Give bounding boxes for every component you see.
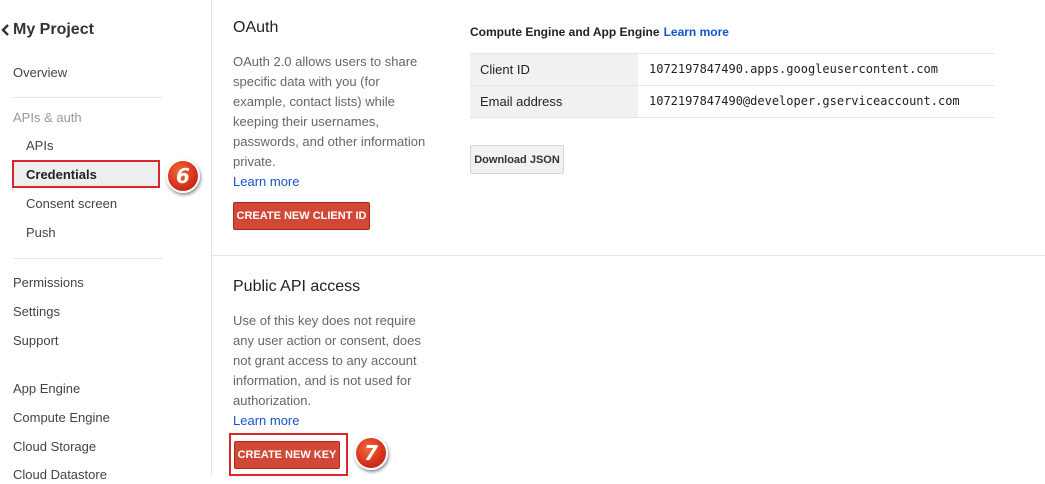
sidebar-item-apis[interactable]: APIs xyxy=(26,137,53,155)
credentials-heading-text: Compute Engine and App Engine xyxy=(470,25,660,39)
sidebar-item-permissions[interactable]: Permissions xyxy=(13,274,84,292)
email-address-value: 1072197847490@developer.gserviceaccount.… xyxy=(649,94,960,108)
client-id-label: Client ID xyxy=(470,54,638,85)
sidebar-item-consent-screen[interactable]: Consent screen xyxy=(26,195,117,213)
download-json-button[interactable]: Download JSON xyxy=(470,145,564,174)
sidebar-item-overview[interactable]: Overview xyxy=(13,64,67,82)
section-divider xyxy=(212,255,1045,256)
sidebar-item-label: Credentials xyxy=(26,167,97,182)
oauth-description: OAuth 2.0 allows users to share specific… xyxy=(233,52,433,192)
credentials-heading: Compute Engine and App Engine Learn more xyxy=(470,25,729,39)
sidebar-item-compute-engine[interactable]: Compute Engine xyxy=(13,409,110,427)
credentials-learn-more-link[interactable]: Learn more xyxy=(664,25,729,39)
sidebar-heading-apis-auth: APIs & auth xyxy=(13,110,82,125)
oauth-section-title: OAuth xyxy=(233,19,279,36)
client-id-value: 1072197847490.apps.googleusercontent.com xyxy=(649,62,938,76)
sidebar-item-app-engine[interactable]: App Engine xyxy=(13,380,80,398)
chevron-left-icon xyxy=(1,24,9,36)
public-api-section-title: Public API access xyxy=(233,278,361,295)
credentials-table: Client ID 1072197847490.apps.googleuserc… xyxy=(470,53,995,118)
sidebar: My Project Overview APIs & auth APIs Cre… xyxy=(0,0,200,482)
table-row: Email address 1072197847490@developer.gs… xyxy=(470,85,995,118)
sidebar-border xyxy=(211,0,212,476)
step-marker-6: 6 xyxy=(166,159,200,193)
sidebar-item-push[interactable]: Push xyxy=(26,224,56,242)
email-address-label: Email address xyxy=(470,86,638,117)
sidebar-item-support[interactable]: Support xyxy=(13,332,59,350)
table-row: Client ID 1072197847490.apps.googleuserc… xyxy=(470,53,995,85)
oauth-description-text: OAuth 2.0 allows users to share specific… xyxy=(233,54,426,169)
sidebar-item-cloud-storage[interactable]: Cloud Storage xyxy=(13,438,96,456)
step-marker-7: 7 xyxy=(354,436,388,470)
create-new-key-button[interactable]: CREATE NEW KEY xyxy=(234,441,340,469)
sidebar-item-settings[interactable]: Settings xyxy=(13,303,60,321)
sidebar-divider xyxy=(13,97,162,98)
public-api-description: Use of this key does not require any use… xyxy=(233,311,433,431)
public-api-description-text: Use of this key does not require any use… xyxy=(233,313,421,408)
sidebar-item-cloud-datastore[interactable]: Cloud Datastore xyxy=(13,466,107,484)
create-new-client-id-button[interactable]: CREATE NEW CLIENT ID xyxy=(233,202,370,230)
back-to-project[interactable]: My Project xyxy=(0,19,94,41)
public-api-learn-more-link[interactable]: Learn more xyxy=(233,413,299,428)
project-title: My Project xyxy=(13,21,94,38)
sidebar-divider xyxy=(13,258,162,259)
oauth-learn-more-link[interactable]: Learn more xyxy=(233,174,299,189)
sidebar-item-credentials[interactable]: Credentials xyxy=(12,160,160,188)
